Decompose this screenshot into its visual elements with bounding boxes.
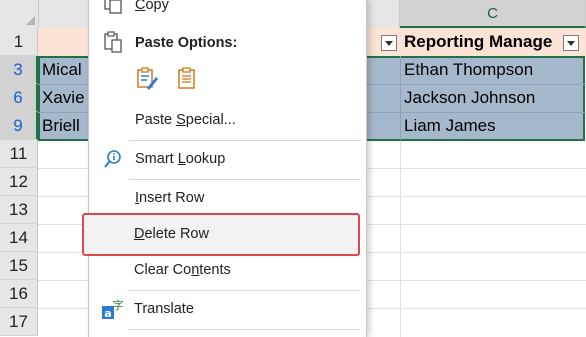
- name-cell[interactable]: Briell: [39, 112, 89, 140]
- filter-dropdown-button[interactable]: [563, 35, 579, 51]
- row-header[interactable]: 1: [0, 28, 38, 56]
- menu-label: Clear Contents: [134, 262, 231, 278]
- menu-separator: [128, 290, 360, 291]
- menu-item-copy[interactable]: Copy: [89, 0, 366, 20]
- svg-text:字: 字: [113, 298, 124, 312]
- row-header[interactable]: 11: [0, 140, 38, 168]
- menu-label: Paste Special...: [135, 112, 236, 128]
- manager-cell[interactable]: Ethan Thompson: [401, 56, 581, 84]
- menu-separator: [129, 140, 361, 141]
- menu-label: Insert Row: [135, 190, 205, 206]
- translate-icon: a字: [101, 297, 125, 321]
- row-header[interactable]: 6: [0, 84, 38, 112]
- row-header[interactable]: 3: [0, 56, 38, 84]
- row-header[interactable]: 13: [0, 196, 38, 224]
- paste-values-icon[interactable]: [175, 66, 199, 92]
- row-header[interactable]: 17: [0, 308, 38, 336]
- filter-dropdown-button[interactable]: [381, 35, 397, 51]
- paste-formatting-icon[interactable]: [135, 66, 159, 92]
- name-cell[interactable]: Mical: [39, 56, 89, 84]
- menu-label: Smart Lookup: [135, 151, 226, 167]
- row-header[interactable]: 15: [0, 252, 38, 280]
- menu-separator: [129, 179, 361, 180]
- menu-item-clear-contents[interactable]: Clear Contents: [88, 255, 365, 285]
- menu-label: Copy: [135, 0, 169, 13]
- menu-item-insert-row[interactable]: Insert Row: [89, 183, 366, 213]
- select-all-triangle: [26, 16, 35, 25]
- column-header-c[interactable]: C: [400, 0, 586, 28]
- row-header[interactable]: 12: [0, 168, 38, 196]
- select-all-corner[interactable]: [0, 0, 39, 28]
- menu-item-translate[interactable]: a字 Translate: [88, 294, 365, 324]
- manager-cell[interactable]: Jackson Johnson: [401, 84, 581, 112]
- menu-label: Delete Row: [134, 226, 209, 242]
- menu-item-delete-row[interactable]: Delete Row: [88, 219, 365, 249]
- menu-item-paste-options: Paste Options:: [89, 28, 366, 58]
- name-cell[interactable]: Xavie: [39, 84, 89, 112]
- row-header[interactable]: 9: [0, 112, 38, 140]
- menu-separator: [128, 329, 360, 330]
- menu-label: Translate: [134, 301, 194, 317]
- header-cell-reporting-manager[interactable]: Reporting Manage: [401, 28, 566, 56]
- clipboard-icon: [103, 31, 123, 53]
- row-header[interactable]: 16: [0, 280, 38, 308]
- row-header[interactable]: 14: [0, 224, 38, 252]
- menu-item-paste-special[interactable]: Paste Special...: [89, 105, 366, 135]
- svg-text:a: a: [104, 307, 111, 320]
- copy-icon: [103, 0, 123, 15]
- manager-cell[interactable]: Liam James: [401, 112, 581, 140]
- context-menu: Copy Paste Options: Paste Special... Sma…: [88, 0, 367, 337]
- smart-lookup-icon: [103, 149, 123, 169]
- paste-options-label: Paste Options:: [135, 35, 238, 51]
- menu-item-smart-lookup[interactable]: Smart Lookup: [89, 144, 366, 174]
